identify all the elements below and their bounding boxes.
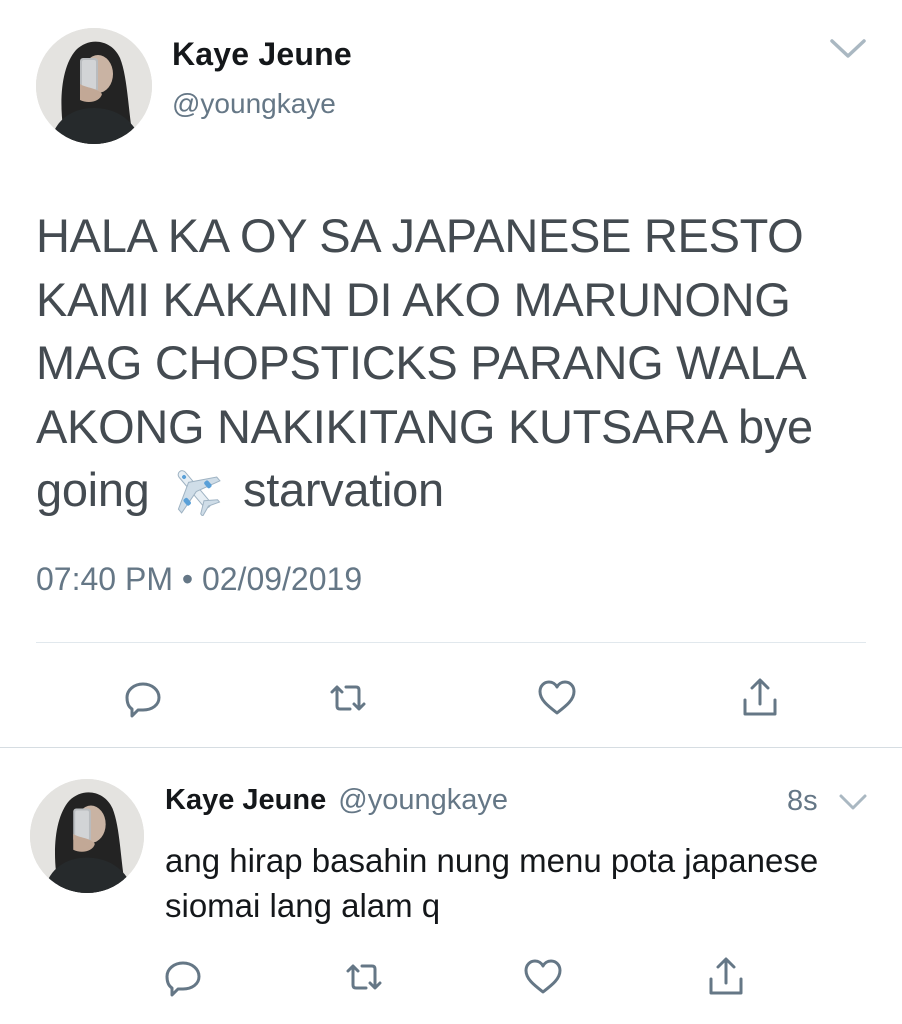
like-icon[interactable] bbox=[535, 676, 579, 720]
avatar-photo bbox=[36, 28, 152, 144]
avatar-photo bbox=[30, 779, 144, 893]
tweet-timestamp[interactable]: 07:40 PM • 02/09/2019 bbox=[36, 561, 362, 598]
airplane-emoji bbox=[166, 464, 224, 518]
tweet-text-part: starvation bbox=[230, 463, 444, 516]
retweet-icon[interactable] bbox=[326, 676, 370, 720]
chevron-down-icon[interactable] bbox=[838, 792, 868, 812]
share-icon[interactable] bbox=[738, 676, 782, 720]
thread-divider bbox=[0, 747, 902, 748]
avatar[interactable] bbox=[30, 779, 144, 893]
tweet-text: ang hirap basahin nung menu pota japanes… bbox=[165, 842, 819, 924]
retweet-icon[interactable] bbox=[342, 955, 386, 999]
chevron-down-icon[interactable] bbox=[828, 36, 868, 62]
like-icon[interactable] bbox=[521, 955, 565, 999]
share-icon[interactable] bbox=[704, 955, 748, 999]
reply-icon[interactable] bbox=[121, 676, 165, 720]
author-handle[interactable]: @youngkaye bbox=[172, 88, 336, 120]
author-name[interactable]: Kaye Jeune bbox=[172, 36, 352, 73]
reply-header: Kaye Jeune @youngkaye bbox=[165, 784, 508, 817]
divider bbox=[36, 642, 866, 643]
tweet-text: HALA KA OY SA JAPANESE RESTO KAMI KAKAIN… bbox=[36, 204, 866, 522]
author-name[interactable]: Kaye Jeune bbox=[165, 784, 326, 816]
reply-icon[interactable] bbox=[161, 955, 205, 999]
author-handle[interactable]: @youngkaye bbox=[338, 784, 508, 816]
tweet-time[interactable]: 8s bbox=[787, 785, 818, 818]
avatar[interactable] bbox=[36, 28, 152, 144]
